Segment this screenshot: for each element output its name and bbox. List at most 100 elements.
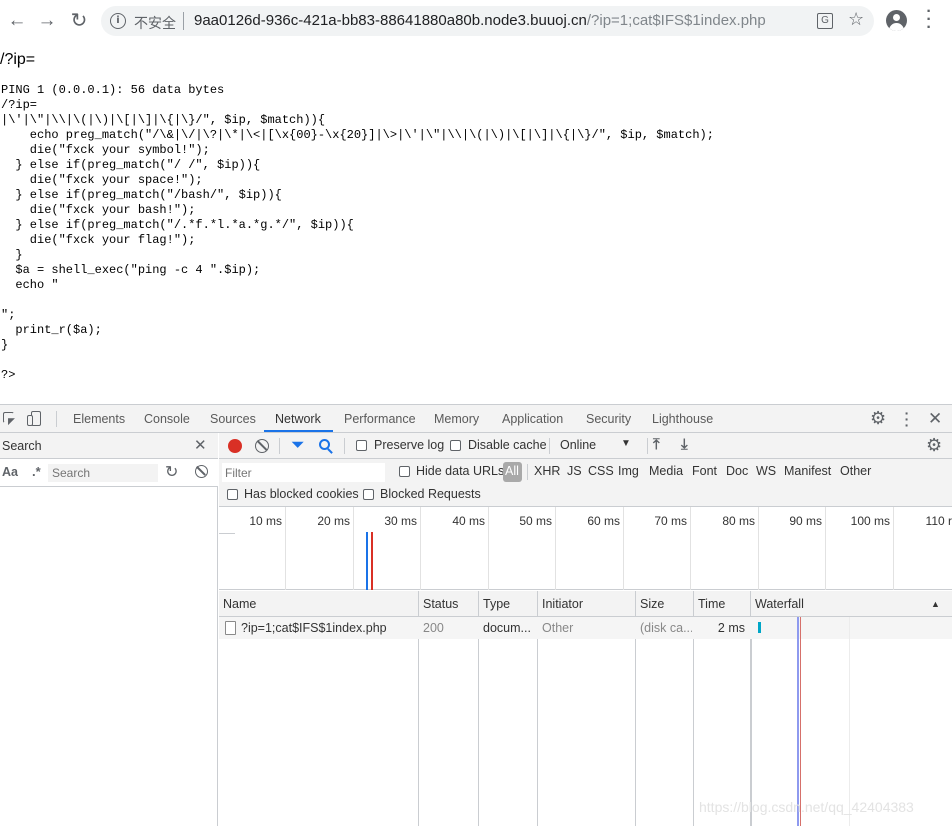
network-overview-timeline[interactable]: 10 ms 20 ms 30 ms 40 ms 50 ms 60 ms 70 m… bbox=[219, 507, 952, 590]
tab-performance[interactable]: Performance bbox=[344, 405, 416, 433]
column-size[interactable]: Size bbox=[636, 591, 664, 617]
column-type[interactable]: Type bbox=[479, 591, 510, 617]
filter-type-font[interactable]: Font bbox=[692, 464, 717, 478]
url-path: /?ip=1;cat$IFS$1index.php bbox=[586, 12, 766, 29]
requests-table: Name Status Type Initiator Size Time Wat… bbox=[219, 591, 952, 826]
page-heading: /?ip= bbox=[0, 51, 36, 68]
clear-log-icon[interactable] bbox=[255, 439, 269, 453]
filter-type-doc[interactable]: Doc bbox=[726, 464, 748, 478]
disable-cache-label: Disable cache bbox=[468, 438, 547, 452]
tab-security[interactable]: Security bbox=[586, 405, 631, 433]
filter-funnel-icon[interactable]: ⏷ bbox=[291, 435, 305, 455]
network-settings-icon[interactable]: ⚙ bbox=[926, 435, 942, 456]
url-host: 9aa0126d-936c-421a-bb83-88641880a80b.nod… bbox=[194, 12, 587, 29]
tab-sources[interactable]: Sources bbox=[210, 405, 256, 433]
timeline-tick-label: 80 ms bbox=[722, 514, 755, 528]
request-time: 2 ms bbox=[717, 621, 745, 635]
blocked-requests-checkbox[interactable] bbox=[363, 489, 374, 500]
security-label: 不安全 bbox=[134, 15, 176, 31]
column-waterfall[interactable]: Waterfall bbox=[751, 591, 804, 617]
timeline-tick-label: 50 ms bbox=[519, 514, 552, 528]
tab-memory[interactable]: Memory bbox=[434, 405, 479, 433]
filter-type-media[interactable]: Media bbox=[649, 464, 683, 478]
browser-menu-icon[interactable]: · · · bbox=[922, 4, 936, 36]
record-icon[interactable] bbox=[228, 439, 242, 453]
search-drawer-header: Search ✕ bbox=[0, 433, 218, 459]
filter-type-manifest[interactable]: Manifest bbox=[784, 464, 831, 478]
preserve-log-checkbox[interactable] bbox=[356, 440, 367, 451]
export-har-icon[interactable]: ⤓ bbox=[681, 436, 688, 453]
devtools-panel: ◤ Elements Console Sources Network Perfo… bbox=[0, 404, 952, 826]
arrow-right-icon: → bbox=[37, 10, 57, 31]
sort-up-icon[interactable]: ▲ bbox=[931, 599, 940, 609]
timeline-tick-label: 110 r bbox=[925, 514, 952, 528]
bookmark-star-icon[interactable]: ☆ bbox=[848, 9, 864, 30]
column-time[interactable]: Time bbox=[694, 591, 725, 617]
has-blocked-cookies-label: Has blocked cookies bbox=[244, 487, 359, 501]
refresh-search-icon[interactable]: ↻ bbox=[165, 462, 178, 482]
dom-content-loaded-marker bbox=[366, 532, 368, 590]
throttle-select[interactable]: Online ▼ bbox=[555, 436, 635, 456]
reload-button[interactable]: ↻ bbox=[68, 10, 90, 32]
table-row[interactable]: ?ip=1;cat$IFS$1index.php 200 docum... Ot… bbox=[219, 617, 952, 639]
search-drawer: Search ✕ Aa .* ↻ bbox=[0, 433, 218, 826]
filter-type-ws[interactable]: WS bbox=[756, 464, 776, 478]
filter-type-xhr[interactable]: XHR bbox=[534, 464, 560, 478]
document-file-icon bbox=[225, 621, 236, 635]
tab-application[interactable]: Application bbox=[502, 405, 563, 433]
search-input[interactable] bbox=[48, 464, 158, 482]
column-name[interactable]: Name bbox=[219, 591, 256, 617]
browser-toolbar: ← → ↻ i 不安全 9aa0126d-936c-421a-bb83-8864… bbox=[0, 0, 952, 42]
filter-type-img[interactable]: Img bbox=[618, 464, 639, 478]
disable-cache-checkbox[interactable] bbox=[450, 440, 461, 451]
devtools-menu-icon[interactable]: · · · bbox=[902, 406, 912, 432]
translate-icon[interactable]: G bbox=[817, 13, 833, 29]
address-bar[interactable]: i 不安全 9aa0126d-936c-421a-bb83-88641880a8… bbox=[101, 6, 874, 36]
filter-type-all[interactable]: All bbox=[505, 464, 519, 478]
tab-network[interactable]: Network bbox=[275, 405, 321, 433]
close-devtools-icon[interactable]: ✕ bbox=[928, 409, 942, 429]
timeline-tick-label: 20 ms bbox=[317, 514, 350, 528]
timeline-tick-label: 10 ms bbox=[249, 514, 282, 528]
tab-console[interactable]: Console bbox=[144, 405, 190, 433]
clear-search-icon[interactable] bbox=[195, 465, 208, 478]
request-size: (disk ca... bbox=[640, 621, 692, 635]
throttle-value: Online bbox=[560, 438, 597, 452]
column-status[interactable]: Status bbox=[419, 591, 458, 617]
close-search-icon[interactable]: ✕ bbox=[194, 436, 207, 454]
request-name[interactable]: ?ip=1;cat$IFS$1index.php bbox=[237, 617, 418, 639]
forward-button[interactable]: → bbox=[36, 10, 58, 32]
blocked-requests-label: Blocked Requests bbox=[380, 487, 481, 501]
search-drawer-title: Search bbox=[2, 439, 42, 453]
url-text[interactable]: 9aa0126d-936c-421a-bb83-88641880a80b.nod… bbox=[194, 12, 766, 29]
request-status: 200 bbox=[423, 621, 444, 635]
timeline-tick-label: 70 ms bbox=[654, 514, 687, 528]
watermark-text: https://blog.csdn.net/qq_42404383 bbox=[699, 799, 914, 815]
active-tab-indicator bbox=[264, 430, 333, 432]
import-har-icon[interactable]: ⤒ bbox=[653, 436, 660, 453]
network-toolbar: ⏷ Preserve log Disable cache Online ▼ ⤒ … bbox=[219, 433, 952, 459]
settings-gear-icon[interactable]: ⚙ bbox=[870, 408, 886, 429]
match-case-toggle[interactable]: Aa bbox=[2, 465, 18, 479]
device-toolbar-icon[interactable] bbox=[27, 411, 45, 427]
column-initiator[interactable]: Initiator bbox=[538, 591, 583, 617]
filter-type-other[interactable]: Other bbox=[840, 464, 871, 478]
inspect-element-icon[interactable]: ◤ bbox=[3, 412, 16, 426]
chevron-down-icon: ▼ bbox=[621, 438, 631, 449]
timeline-tick-label: 40 ms bbox=[452, 514, 485, 528]
filter-input[interactable] bbox=[222, 463, 385, 482]
filter-type-js[interactable]: JS bbox=[567, 464, 582, 478]
tab-lighthouse[interactable]: Lighthouse bbox=[652, 405, 713, 433]
profile-avatar[interactable] bbox=[886, 10, 907, 31]
search-icon[interactable] bbox=[319, 439, 333, 454]
has-blocked-cookies-checkbox[interactable] bbox=[227, 489, 238, 500]
hide-data-urls-checkbox[interactable] bbox=[399, 466, 410, 477]
tab-elements[interactable]: Elements bbox=[73, 405, 125, 433]
filter-type-css[interactable]: CSS bbox=[588, 464, 614, 478]
regex-toggle[interactable]: .* bbox=[32, 464, 41, 479]
page-source-output: PING 1 (0.0.0.1): 56 data bytes /?ip= |\… bbox=[1, 83, 714, 382]
info-icon[interactable]: i bbox=[110, 13, 126, 29]
load-event-marker bbox=[371, 532, 373, 590]
back-button[interactable]: ← bbox=[6, 10, 28, 32]
timeline-tick-label: 60 ms bbox=[587, 514, 620, 528]
